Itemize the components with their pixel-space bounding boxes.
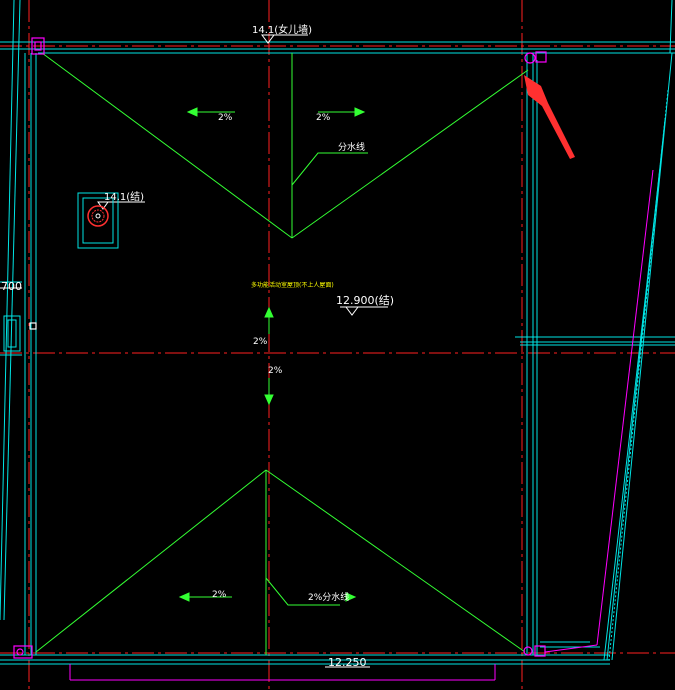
bottom-elevation: 12.250 (328, 656, 367, 669)
ridge-label-top: 分水线 (338, 141, 365, 153)
box-elevation: 14.1(结) (104, 190, 144, 203)
ridge-label-bottom: 2%分水线 (308, 591, 349, 603)
slope-label-mid-up: 2% (253, 337, 268, 347)
slope-label-mid-down: 2% (268, 366, 283, 376)
slope-label-bottom-left: 2% (212, 590, 227, 600)
roof-plan-drawing: 14.1(女儿墙) 14.1(结) 700 2% 2% 分水线 多功能活动室屋顶… (0, 0, 675, 690)
parapet-top-elevation: 14.1(女儿墙) (252, 23, 312, 36)
roof-note: 多功能活动室屋顶(不上人屋面) (251, 281, 334, 289)
structural-elevation: 12.900(结) (336, 294, 394, 307)
slope-label-top-left: 2% (218, 113, 233, 123)
left-dimension: 700 (1, 280, 22, 293)
slope-label-top-right: 2% (316, 113, 331, 123)
